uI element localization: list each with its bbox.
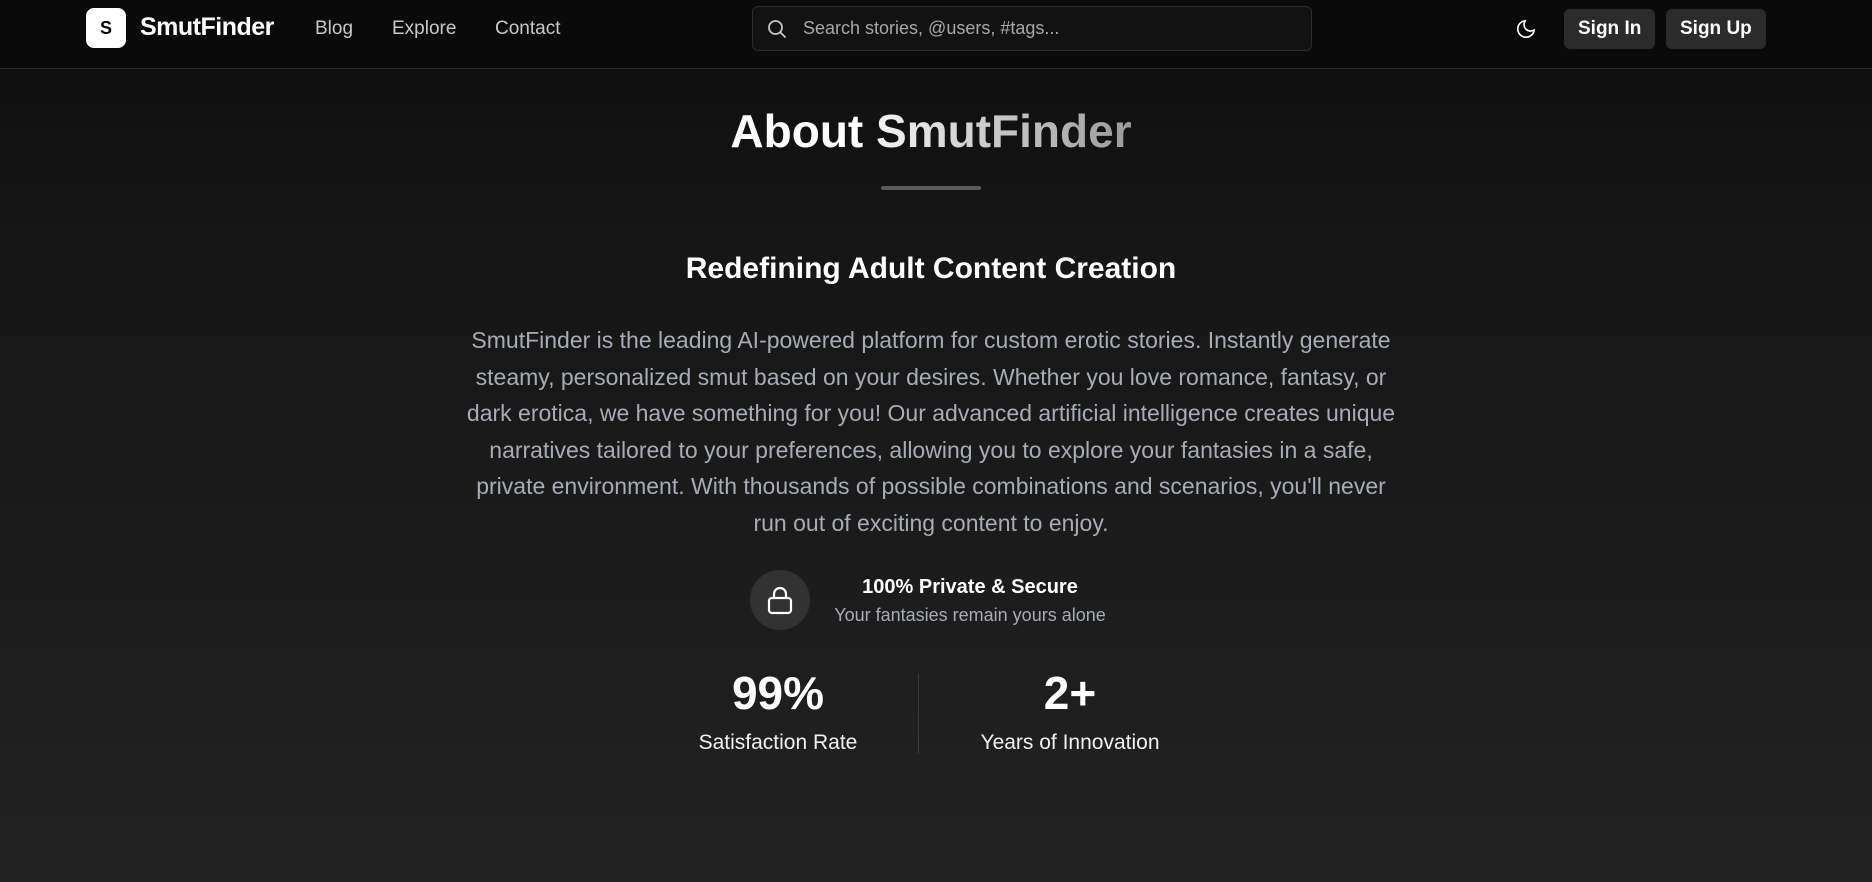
stat-value-years: 2+ (1043, 667, 1097, 719)
top-navbar: S SmutFinder Blog Explore Contact Sign I… (0, 0, 1872, 69)
search-input[interactable] (803, 7, 1303, 50)
privacy-feature-badge (750, 570, 810, 630)
moon-icon (1516, 19, 1536, 39)
logo-letter: S (99, 17, 112, 38)
page-title: About SmutFinder (0, 104, 1862, 158)
stat-value-satisfaction: 99% (731, 667, 825, 719)
section-subtitle: Redefining Adult Content Creation (685, 252, 1177, 285)
feature-title: 100% Private & Secure (862, 576, 1078, 598)
about-description: SmutFinder is the leading AI-powered pla… (466, 327, 1396, 536)
stats-divider (918, 674, 919, 754)
sign-in-button[interactable]: Sign In (1564, 9, 1656, 49)
page-title-brand: SmutFinder (876, 105, 1132, 157)
page-title-prefix: About (730, 105, 864, 157)
nav-link-contact[interactable]: Contact (495, 18, 560, 40)
search-bar[interactable] (752, 6, 1312, 51)
title-divider (881, 186, 981, 190)
theme-toggle-button[interactable] (1513, 16, 1539, 42)
feature-description: Your fantasies remain yours alone (834, 605, 1106, 625)
stat-label-years: Years of Innovation (980, 731, 1160, 754)
stat-label-satisfaction: Satisfaction Rate (698, 731, 858, 754)
lock-icon (767, 586, 793, 615)
sign-up-button[interactable]: Sign Up (1666, 9, 1766, 49)
search-icon (768, 20, 786, 38)
nav-link-explore[interactable]: Explore (392, 18, 456, 40)
nav-link-blog[interactable]: Blog (315, 18, 353, 40)
brand-name[interactable]: SmutFinder (140, 13, 274, 42)
logo-icon[interactable]: S (86, 8, 126, 48)
